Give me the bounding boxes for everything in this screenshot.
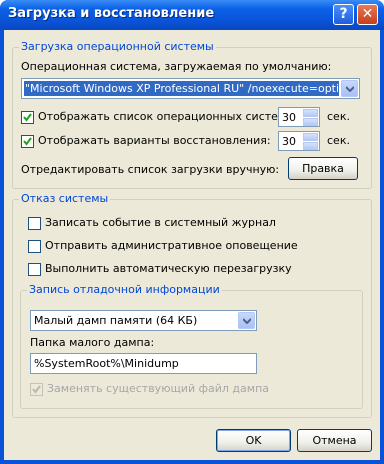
auto-restart-checkbox[interactable] (28, 263, 41, 276)
edit-button[interactable]: Правка (288, 157, 358, 180)
dropdown-arrow-button[interactable] (238, 312, 255, 329)
seconds-unit-label: сек. (327, 134, 350, 147)
default-os-select[interactable]: "Microsoft Windows XP Professional RU" /… (21, 78, 360, 99)
dump-folder-input[interactable]: %SystemRoot%\Minidump (30, 353, 257, 374)
edit-boot-list-label: Отредактировать список загрузки вручную: (21, 163, 280, 176)
checkmark-icon (32, 385, 41, 394)
show-recovery-seconds-value[interactable]: 30 (282, 135, 296, 148)
dropdown-arrow-button[interactable] (341, 80, 358, 97)
show-os-list-label[interactable]: Отображать список операционных систем: (38, 110, 290, 123)
show-os-list-seconds-spinner[interactable]: 30 (278, 107, 320, 127)
dump-type-select[interactable]: Малый дамп памяти (64 КБ) (30, 310, 257, 331)
os-startup-group: Загрузка операционной системы Операционн… (12, 40, 372, 189)
window-title: Загрузка и восстановление (8, 6, 215, 21)
help-button[interactable]: ? (333, 4, 354, 25)
ok-button[interactable]: OK (216, 429, 291, 452)
dialog-client-area: Загрузка операционной системы Операционн… (4, 30, 380, 460)
system-failure-group: Отказ системы Записать событие в системн… (12, 192, 372, 418)
show-recovery-label[interactable]: Отображать варианты восстановления: (38, 134, 271, 147)
show-recovery-seconds-spinner[interactable]: 30 (278, 131, 320, 151)
dump-type-value: Малый дамп памяти (64 КБ) (34, 314, 198, 327)
dialog-window: Загрузка и восстановление ? ✕ Загрузка о… (0, 0, 384, 464)
close-button[interactable]: ✕ (357, 4, 378, 25)
default-os-value: "Microsoft Windows XP Professional RU" /… (24, 81, 339, 96)
send-alert-checkbox[interactable] (28, 240, 41, 253)
checkmark-icon (23, 113, 32, 122)
show-os-list-checkbox[interactable] (21, 111, 34, 124)
seconds-unit-label: сек. (327, 110, 350, 123)
chevron-down-icon (346, 86, 354, 92)
os-startup-legend: Загрузка операционной системы (19, 40, 216, 53)
close-icon: ✕ (361, 6, 374, 22)
spin-down-button[interactable] (303, 142, 318, 150)
question-mark-icon: ? (339, 6, 348, 22)
dump-folder-label: Папка малого дампа: (30, 336, 155, 349)
cancel-button[interactable]: Отмена (297, 429, 372, 452)
write-event-label[interactable]: Записать событие в системный журнал (45, 216, 276, 229)
write-event-checkbox[interactable] (28, 217, 41, 230)
spin-up-button[interactable] (303, 133, 318, 141)
show-os-list-seconds-value[interactable]: 30 (282, 111, 296, 124)
overwrite-dump-checkbox[interactable] (30, 383, 43, 396)
auto-restart-label[interactable]: Выполнить автоматическую перезагрузку (45, 262, 292, 275)
chevron-down-icon (243, 318, 251, 324)
spin-down-button[interactable] (303, 118, 318, 126)
debug-info-legend: Запись отладочной информации (27, 283, 222, 296)
default-os-label: Операционная система, загружаемая по умо… (21, 60, 332, 73)
title-bar[interactable]: Загрузка и восстановление ? ✕ (0, 0, 384, 30)
send-alert-label[interactable]: Отправить административное оповещение (45, 239, 298, 252)
show-recovery-checkbox[interactable] (21, 135, 34, 148)
system-failure-legend: Отказ системы (19, 192, 111, 205)
checkmark-icon (23, 137, 32, 146)
spin-up-button[interactable] (303, 109, 318, 117)
debug-info-group: Запись отладочной информации Малый дамп … (20, 283, 363, 409)
overwrite-dump-label: Заменять существующий файл дампа (47, 382, 270, 395)
